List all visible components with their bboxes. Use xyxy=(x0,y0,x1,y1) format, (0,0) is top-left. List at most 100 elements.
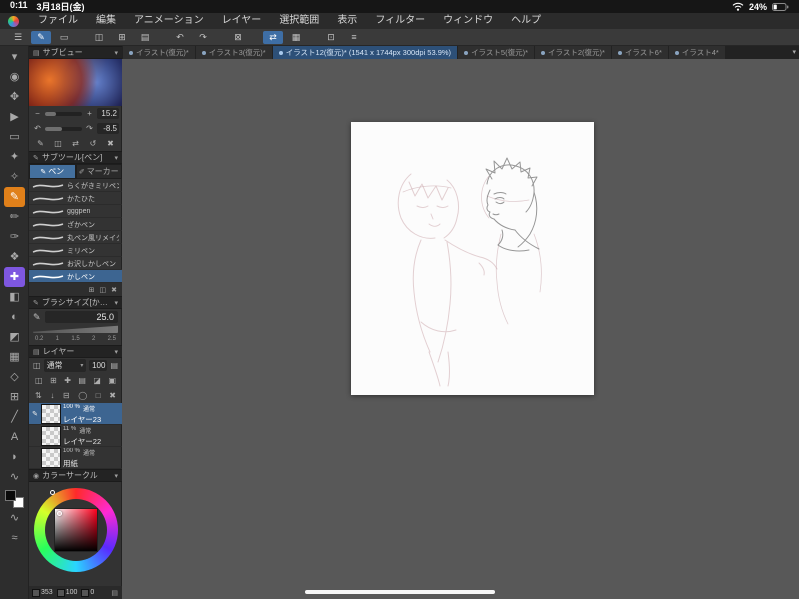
brush-item[interactable]: かしペン xyxy=(29,270,122,283)
layer-toolbar-icon[interactable]: ▣ xyxy=(108,376,116,385)
zoom-tool[interactable]: ◉ xyxy=(4,67,25,87)
text-tool[interactable]: A xyxy=(4,427,25,447)
layer-toolbar-icon[interactable]: ⊞ xyxy=(50,376,57,385)
pen-mode-icon[interactable]: ✎ xyxy=(31,31,51,44)
color-settings-icon[interactable]: ▤ xyxy=(111,589,118,597)
canvas-tab[interactable]: イラスト4* xyxy=(668,46,725,59)
rotate-value[interactable]: -8.5 xyxy=(97,123,119,134)
menu-item[interactable]: アニメーション xyxy=(125,13,213,29)
menu-item[interactable]: ヘルプ xyxy=(502,13,550,29)
sv-marker[interactable] xyxy=(56,510,62,516)
canvas-tab[interactable]: イラスト6* xyxy=(611,46,668,59)
brush-size-value[interactable]: 25.0 xyxy=(44,311,118,323)
airbrush-tool[interactable]: ❖ xyxy=(4,247,25,267)
export-icon[interactable]: ▤ xyxy=(135,31,155,44)
blend-tool[interactable]: ◐ xyxy=(4,307,25,327)
wave-ruler-icon[interactable]: ≈ xyxy=(4,528,25,548)
flip-horizontal-icon[interactable]: ⇄ xyxy=(263,31,283,44)
add-brush-icon[interactable]: ⊞ xyxy=(89,286,95,294)
color-panel-header[interactable]: ◉ カラーサークル ▾ xyxy=(29,469,122,482)
panel-menu-icon[interactable]: ▾ xyxy=(114,348,118,356)
tool-list-chevron-icon[interactable]: ▾ xyxy=(4,47,25,67)
rotate-cw-button[interactable]: ↷ xyxy=(84,124,95,133)
brush-item[interactable]: お沢しかしペン xyxy=(29,257,122,270)
frame-tool[interactable]: ⊞ xyxy=(4,387,25,407)
home-indicator[interactable] xyxy=(304,590,495,594)
zoom-in-button[interactable]: + xyxy=(84,109,95,118)
brush-size-preset[interactable]: 2 xyxy=(92,336,95,342)
panel-menu-icon[interactable]: ▾ xyxy=(114,49,118,57)
menu-item[interactable]: 選択範囲 xyxy=(270,13,328,29)
layer-row[interactable]: 100 % 通常 用紙 xyxy=(29,447,122,469)
brush-item[interactable]: かたひた xyxy=(29,192,122,205)
brush-item[interactable]: 丸ペン風リメイク xyxy=(29,231,122,244)
decoration-tool[interactable]: ✚ xyxy=(4,267,25,287)
zoom-out-button[interactable]: − xyxy=(32,109,43,118)
brush-tool[interactable]: ✑ xyxy=(4,227,25,247)
panel-menu-icon[interactable]: ▾ xyxy=(114,299,118,307)
undo-icon[interactable]: ↶ xyxy=(170,31,190,44)
delete-icon[interactable]: ⊠ xyxy=(228,31,248,44)
panel-menu-icon[interactable]: ▾ xyxy=(114,472,118,480)
zoom-value[interactable]: 15.2 xyxy=(97,108,119,119)
layer-toolbar-icon[interactable]: ↓ xyxy=(50,391,54,400)
layer-thumbnail[interactable] xyxy=(42,449,60,467)
canvas-tab[interactable]: イラスト2(復元)* xyxy=(535,46,611,59)
brush-size-panel-header[interactable]: ✎ ブラシサイズ[かしペン] ▾ xyxy=(29,296,122,309)
fill-tool[interactable]: ◩ xyxy=(4,327,25,347)
subtool-group-tab[interactable]: ✎ ペン xyxy=(29,164,76,179)
balloon-tool[interactable]: ◗ xyxy=(4,447,25,467)
brush-item[interactable]: ミリペン xyxy=(29,244,122,257)
subtool-panel-header[interactable]: ✎ サブツール[ペン] ▾ xyxy=(29,151,122,164)
subview-thumbnail[interactable] xyxy=(29,59,122,106)
canvas-tab[interactable]: イラスト12(復元)* (1541 x 1744px 300dpi 53.9%) xyxy=(272,46,458,59)
pencil-tool[interactable]: ✏ xyxy=(4,207,25,227)
selection-mode-icon[interactable]: ▭ xyxy=(54,31,74,44)
brush-size-slider[interactable] xyxy=(33,325,118,333)
layer-opacity-value[interactable]: 100 xyxy=(89,360,108,371)
canvas-tab[interactable]: イラスト5(復元)* xyxy=(458,46,534,59)
menu-item[interactable]: 表示 xyxy=(328,13,366,29)
layer-toolbar-icon[interactable]: ✚ xyxy=(64,376,71,385)
delete-icon[interactable]: ✖ xyxy=(105,139,116,148)
snap-icon[interactable]: ⊡ xyxy=(321,31,341,44)
brush-item[interactable]: らくがきミリペン xyxy=(29,179,122,192)
line-correction-tool[interactable]: ∿ xyxy=(4,467,25,487)
save-icon[interactable]: ⊞ xyxy=(112,31,132,44)
hand-tool[interactable]: ✥ xyxy=(4,87,25,107)
flip-icon[interactable]: ⇄ xyxy=(70,139,81,148)
brush-size-preset[interactable]: 2.5 xyxy=(108,336,116,342)
sv-square[interactable] xyxy=(54,508,97,551)
layer-toolbar-icon[interactable]: ◪ xyxy=(93,376,101,385)
layer-toolbar-icon[interactable]: ▤ xyxy=(78,376,86,385)
selection-tool[interactable]: ▭ xyxy=(4,127,25,147)
stream-line-icon[interactable]: ∿ xyxy=(4,508,25,528)
rotate-slider[interactable] xyxy=(45,126,82,131)
list-icon[interactable]: ≡ xyxy=(344,31,364,44)
layer-toolbar-icon[interactable]: ⊟ xyxy=(63,391,70,400)
brush-size-preset[interactable]: 1.5 xyxy=(71,336,79,342)
layer-row[interactable]: 11 % 通常 レイヤー22 xyxy=(29,425,122,447)
canvas-tab[interactable]: イラスト3(復元)* xyxy=(195,46,272,59)
brush-item[interactable]: ざかペン xyxy=(29,218,122,231)
delete-brush-icon[interactable]: ✖ xyxy=(111,286,117,294)
menu-item[interactable]: 編集 xyxy=(87,13,125,29)
menu-item[interactable]: フィルター xyxy=(366,13,434,29)
tab-list-chevron-icon[interactable]: ▾ xyxy=(792,46,796,59)
menu-item[interactable]: ウィンドウ xyxy=(434,13,502,29)
edit-icon[interactable]: ✎ xyxy=(35,139,46,148)
zoom-slider[interactable] xyxy=(45,111,82,116)
pen-tool[interactable]: ✎ xyxy=(4,187,25,207)
clip-studio-logo-icon[interactable] xyxy=(8,15,19,27)
canvas[interactable] xyxy=(351,122,594,395)
menu-item[interactable]: レイヤー xyxy=(213,13,271,29)
layer-thumbnail[interactable] xyxy=(42,405,60,423)
layer-toolbar-icon[interactable]: ◯ xyxy=(78,391,87,400)
layer-toolbar-icon[interactable]: ⇅ xyxy=(35,391,42,400)
auto-select-tool[interactable]: ✦ xyxy=(4,147,25,167)
layer-thumbnail[interactable] xyxy=(42,427,60,445)
subtool-group-tab[interactable]: ✐ マーカー xyxy=(75,164,122,179)
subview-panel-header[interactable]: ▤ サブビュー ▾ xyxy=(29,46,122,59)
eyedropper-tool[interactable]: ✧ xyxy=(4,167,25,187)
operation-tool[interactable]: ▶ xyxy=(4,107,25,127)
